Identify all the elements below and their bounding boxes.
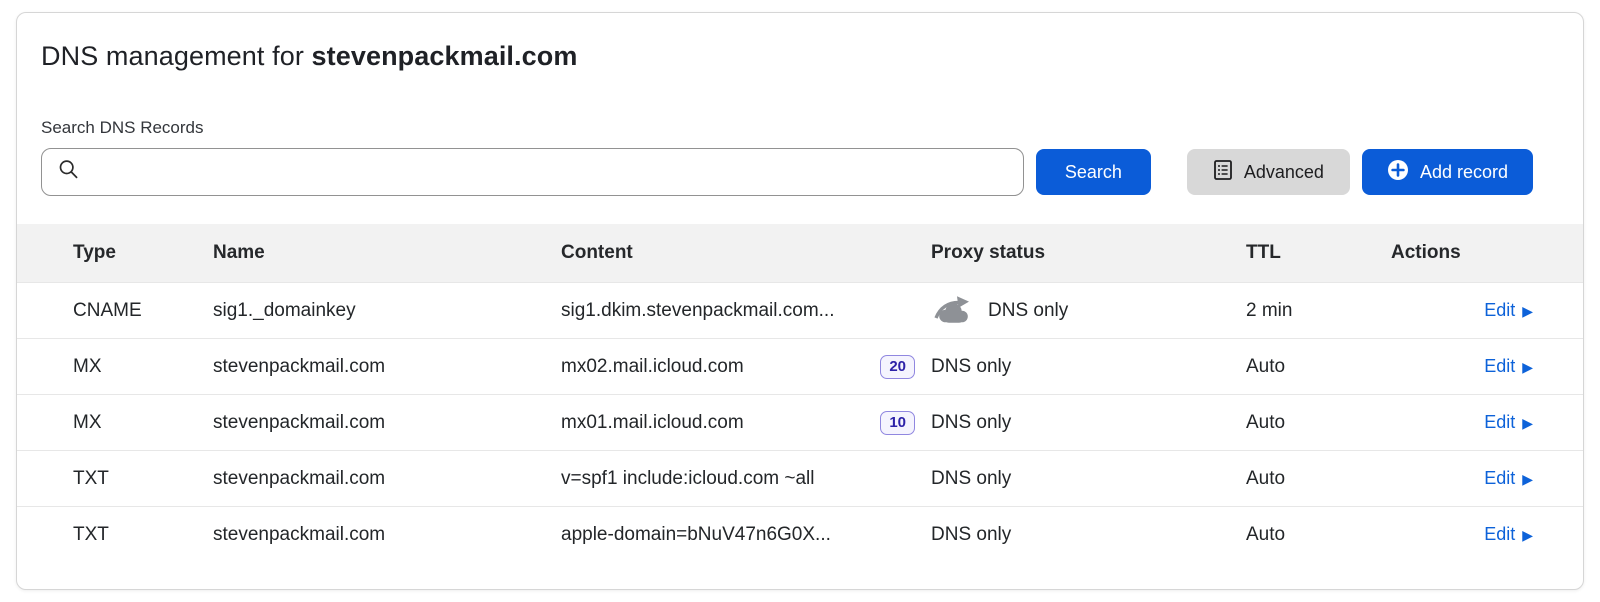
record-content-text: mx02.mail.icloud.com: [561, 356, 744, 378]
record-content-text: v=spf1 include:icloud.com ~all: [561, 468, 814, 490]
record-name: stevenpackmail.com: [213, 468, 561, 490]
table-row: MX stevenpackmail.com mx01.mail.icloud.c…: [17, 394, 1583, 450]
record-actions: Edit ▶: [1391, 300, 1533, 322]
priority-badge: 20: [880, 355, 915, 379]
edit-label: Edit: [1484, 412, 1515, 433]
column-header-type: Type: [73, 242, 213, 264]
search-box[interactable]: [41, 148, 1024, 196]
list-document-icon: [1213, 159, 1233, 186]
proxy-status-text: DNS only: [931, 468, 1011, 490]
proxy-status-text: DNS only: [931, 412, 1011, 434]
search-button-label: Search: [1065, 162, 1122, 183]
table-row: TXT stevenpackmail.com apple-domain=bNuV…: [17, 506, 1583, 562]
dns-management-card: DNS management for stevenpackmail.com Se…: [16, 12, 1584, 590]
record-ttl: Auto: [1246, 468, 1391, 490]
cloud-dns-only-icon: [931, 293, 975, 329]
chevron-right-icon: ▶: [1522, 528, 1533, 542]
record-content: apple-domain=bNuV47n6G0X...: [561, 524, 931, 546]
search-icon: [58, 159, 79, 185]
proxy-status-text: DNS only: [931, 524, 1011, 546]
add-record-button[interactable]: Add record: [1362, 149, 1533, 195]
record-name: stevenpackmail.com: [213, 412, 561, 434]
record-name: stevenpackmail.com: [213, 356, 561, 378]
record-actions: Edit ▶: [1391, 468, 1533, 490]
dns-records-table: Type Name Content Proxy status TTL Actio…: [17, 224, 1583, 562]
record-ttl: Auto: [1246, 412, 1391, 434]
chevron-right-icon: ▶: [1522, 304, 1533, 318]
edit-button[interactable]: Edit ▶: [1484, 356, 1533, 377]
proxy-status-cell: DNS only: [931, 524, 1246, 546]
record-ttl: Auto: [1246, 524, 1391, 546]
column-header-ttl: TTL: [1246, 242, 1391, 264]
record-type: MX: [73, 412, 213, 434]
search-toolbar: Search Advanced Add recor: [17, 148, 1583, 196]
edit-label: Edit: [1484, 468, 1515, 489]
record-type: CNAME: [73, 300, 213, 322]
edit-label: Edit: [1484, 300, 1515, 321]
edit-button[interactable]: Edit ▶: [1484, 412, 1533, 433]
record-content-text: apple-domain=bNuV47n6G0X...: [561, 524, 831, 546]
record-content: mx02.mail.icloud.com 20: [561, 355, 931, 379]
record-content-text: sig1.dkim.stevenpackmail.com...: [561, 300, 835, 322]
proxy-status-cell: DNS only: [931, 356, 1246, 378]
proxy-status-text: DNS only: [931, 356, 1011, 378]
chevron-right-icon: ▶: [1522, 416, 1533, 430]
record-content: mx01.mail.icloud.com 10: [561, 411, 931, 435]
proxy-status-cell: DNS only: [931, 412, 1246, 434]
proxy-status-cell: DNS only: [931, 293, 1246, 329]
advanced-button-label: Advanced: [1244, 162, 1324, 183]
page-title-prefix: DNS management for: [41, 41, 312, 71]
edit-label: Edit: [1484, 524, 1515, 545]
edit-button[interactable]: Edit ▶: [1484, 300, 1533, 321]
search-input[interactable]: [89, 149, 1009, 195]
page-title: DNS management for stevenpackmail.com: [17, 41, 1583, 72]
chevron-right-icon: ▶: [1522, 472, 1533, 486]
record-content: v=spf1 include:icloud.com ~all: [561, 468, 931, 490]
record-type: TXT: [73, 524, 213, 546]
priority-badge: 10: [880, 411, 915, 435]
advanced-button[interactable]: Advanced: [1187, 149, 1350, 195]
record-actions: Edit ▶: [1391, 412, 1533, 434]
proxy-status-cell: DNS only: [931, 468, 1246, 490]
record-ttl: 2 min: [1246, 300, 1391, 322]
table-header-row: Type Name Content Proxy status TTL Actio…: [17, 224, 1583, 282]
column-header-content: Content: [561, 242, 931, 264]
record-name: stevenpackmail.com: [213, 524, 561, 546]
edit-button[interactable]: Edit ▶: [1484, 524, 1533, 545]
record-type: TXT: [73, 468, 213, 490]
edit-label: Edit: [1484, 356, 1515, 377]
proxy-status-text: DNS only: [988, 300, 1068, 322]
table-row: MX stevenpackmail.com mx02.mail.icloud.c…: [17, 338, 1583, 394]
record-content-text: mx01.mail.icloud.com: [561, 412, 744, 434]
record-content: sig1.dkim.stevenpackmail.com...: [561, 300, 931, 322]
chevron-right-icon: ▶: [1522, 360, 1533, 374]
column-header-name: Name: [213, 242, 561, 264]
record-type: MX: [73, 356, 213, 378]
record-actions: Edit ▶: [1391, 356, 1533, 378]
search-button[interactable]: Search: [1036, 149, 1151, 195]
add-record-button-label: Add record: [1420, 162, 1508, 183]
plus-circle-icon: [1387, 159, 1409, 186]
record-actions: Edit ▶: [1391, 524, 1533, 546]
edit-button[interactable]: Edit ▶: [1484, 468, 1533, 489]
column-header-actions: Actions: [1391, 242, 1533, 264]
table-row: CNAME sig1._domainkey sig1.dkim.stevenpa…: [17, 282, 1583, 338]
domain-name: stevenpackmail.com: [312, 41, 578, 71]
column-header-proxy-status: Proxy status: [931, 242, 1246, 264]
record-ttl: Auto: [1246, 356, 1391, 378]
search-label: Search DNS Records: [17, 118, 1583, 138]
table-row: TXT stevenpackmail.com v=spf1 include:ic…: [17, 450, 1583, 506]
record-name: sig1._domainkey: [213, 300, 561, 322]
